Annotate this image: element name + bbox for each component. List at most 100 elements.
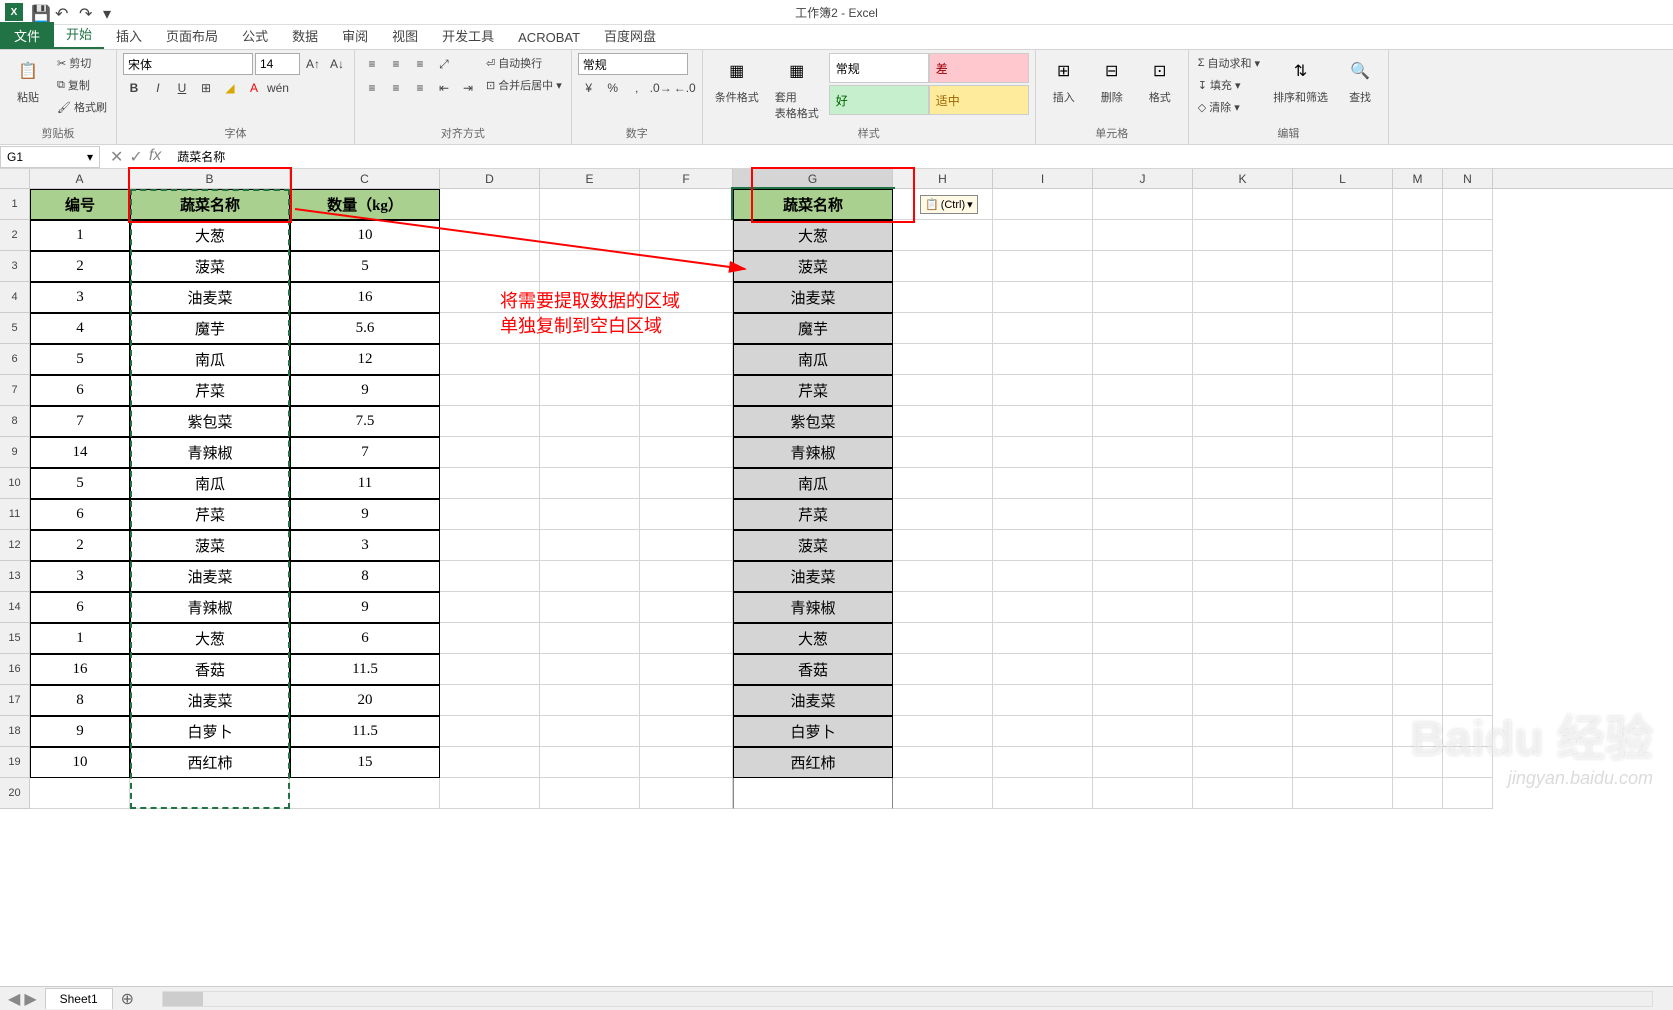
cell-L12[interactable] [1293,530,1393,561]
save-icon[interactable]: 💾 [31,4,47,20]
cell-A8[interactable]: 7 [30,406,130,437]
cell-J3[interactable] [1093,251,1193,282]
cell-I5[interactable] [993,313,1093,344]
cell-G10[interactable]: 南瓜 [733,468,893,499]
cell-M20[interactable] [1393,778,1443,809]
cell-M11[interactable] [1393,499,1443,530]
row-header[interactable]: 13 [0,561,30,592]
format-table-button[interactable]: ▦ 套用 表格格式 [769,53,825,123]
cell-N6[interactable] [1443,344,1493,375]
cell-E9[interactable] [540,437,640,468]
cell-L3[interactable] [1293,251,1393,282]
cell-F14[interactable] [640,592,733,623]
cell-N2[interactable] [1443,220,1493,251]
col-header-L[interactable]: L [1293,169,1393,188]
cell-F7[interactable] [640,375,733,406]
enter-formula-icon[interactable]: ✓ [129,147,142,167]
row-header[interactable]: 20 [0,778,30,809]
cell-M12[interactable] [1393,530,1443,561]
cell-M15[interactable] [1393,623,1443,654]
cell-H20[interactable] [893,778,993,809]
format-cells-button[interactable]: ⊡格式 [1138,53,1182,107]
percent-icon[interactable]: % [602,77,624,99]
align-mid-icon[interactable]: ≡ [385,53,407,75]
cell-C12[interactable]: 3 [290,530,440,561]
cell-H9[interactable] [893,437,993,468]
cell-H15[interactable] [893,623,993,654]
cell-G1[interactable]: 蔬菜名称 [733,189,893,220]
cell-B9[interactable]: 青辣椒 [130,437,290,468]
cell-B19[interactable]: 西红柿 [130,747,290,778]
cell-G5[interactable]: 魔芋 [733,313,893,344]
cell-N13[interactable] [1443,561,1493,592]
cell-F10[interactable] [640,468,733,499]
cell-K3[interactable] [1193,251,1293,282]
cell-D18[interactable] [440,716,540,747]
cell-M6[interactable] [1393,344,1443,375]
cell-H2[interactable] [893,220,993,251]
cell-H11[interactable] [893,499,993,530]
row-header[interactable]: 19 [0,747,30,778]
cell-N20[interactable] [1443,778,1493,809]
fill-button[interactable]: ↧填充 ▾ [1195,75,1263,95]
sheet-tab[interactable]: Sheet1 [45,988,113,1009]
cell-D9[interactable] [440,437,540,468]
style-normal[interactable]: 常规 [829,53,929,83]
cell-K14[interactable] [1193,592,1293,623]
cell-J18[interactable] [1093,716,1193,747]
cell-M13[interactable] [1393,561,1443,592]
cell-L14[interactable] [1293,592,1393,623]
inc-decimal-icon[interactable]: .0→ [650,77,672,99]
cell-D20[interactable] [440,778,540,809]
cell-M10[interactable] [1393,468,1443,499]
cell-J12[interactable] [1093,530,1193,561]
cell-B17[interactable]: 油麦菜 [130,685,290,716]
cell-J4[interactable] [1093,282,1193,313]
cell-B14[interactable]: 青辣椒 [130,592,290,623]
cell-F9[interactable] [640,437,733,468]
cell-C9[interactable]: 7 [290,437,440,468]
cell-N3[interactable] [1443,251,1493,282]
delete-cells-button[interactable]: ⊟删除 [1090,53,1134,107]
border-button[interactable]: ⊞ [195,77,217,99]
underline-button[interactable]: U [171,77,193,99]
dec-decimal-icon[interactable]: ←.0 [674,77,696,99]
cell-H8[interactable] [893,406,993,437]
cell-A6[interactable]: 5 [30,344,130,375]
formulas-tab[interactable]: 公式 [230,22,280,49]
row-header[interactable]: 8 [0,406,30,437]
cell-D7[interactable] [440,375,540,406]
fill-color-button[interactable]: ◢ [219,77,241,99]
cell-I7[interactable] [993,375,1093,406]
row-header[interactable]: 6 [0,344,30,375]
cell-F2[interactable] [640,220,733,251]
row-header[interactable]: 3 [0,251,30,282]
cell-J1[interactable] [1093,189,1193,220]
cell-A12[interactable]: 2 [30,530,130,561]
cell-M7[interactable] [1393,375,1443,406]
horizontal-scrollbar[interactable] [162,991,1653,1007]
cell-E11[interactable] [540,499,640,530]
cell-K19[interactable] [1193,747,1293,778]
cell-I14[interactable] [993,592,1093,623]
row-header[interactable]: 18 [0,716,30,747]
cell-J6[interactable] [1093,344,1193,375]
cell-G20[interactable] [733,778,893,809]
cell-C10[interactable]: 11 [290,468,440,499]
cell-D17[interactable] [440,685,540,716]
row-header[interactable]: 15 [0,623,30,654]
cell-A13[interactable]: 3 [30,561,130,592]
cell-I9[interactable] [993,437,1093,468]
cell-K18[interactable] [1193,716,1293,747]
autosum-button[interactable]: Σ自动求和 ▾ [1195,53,1263,73]
cell-K10[interactable] [1193,468,1293,499]
scroll-thumb[interactable] [163,992,203,1006]
cell-N10[interactable] [1443,468,1493,499]
name-box[interactable]: G1▾ [0,146,100,168]
decrease-font-icon[interactable]: A↓ [326,53,348,75]
cell-L11[interactable] [1293,499,1393,530]
phonetic-button[interactable]: wén [267,77,289,99]
dec-indent-icon[interactable]: ⇤ [433,77,455,99]
cell-K2[interactable] [1193,220,1293,251]
number-format-select[interactable] [578,53,688,75]
